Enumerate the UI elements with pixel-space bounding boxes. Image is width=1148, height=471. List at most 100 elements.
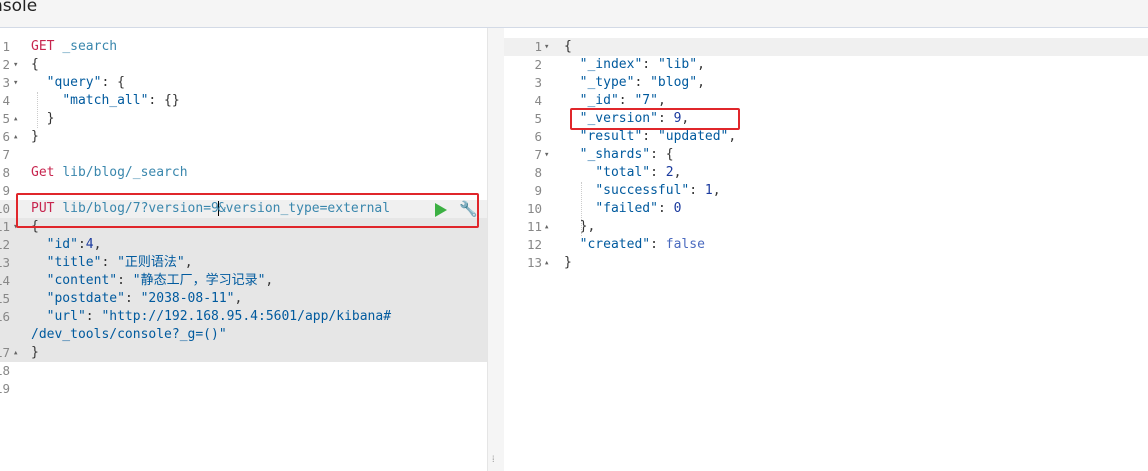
code-token: "created" (579, 237, 651, 252)
code-token: "静态工厂，学习记录" (132, 273, 266, 288)
request-line[interactable]: 17▴} (0, 344, 487, 362)
request-line[interactable]: 19 (0, 380, 487, 398)
play-icon[interactable] (435, 203, 447, 217)
response-line[interactable]: 2 "_index": "lib", (504, 56, 1148, 74)
request-line[interactable]: 16 "url": "http://192.168.95.4:5601/app/… (0, 308, 487, 326)
fold-toggle-icon[interactable]: ▾ (13, 74, 18, 92)
request-line[interactable]: 10 PUT lib/blog/7?version=9&version_type=… (0, 200, 487, 218)
response-line[interactable]: 9 "successful": 1, (504, 182, 1148, 200)
request-line[interactable]: 7 (0, 146, 487, 164)
response-line[interactable]: 8 "total": 2, (504, 164, 1148, 182)
fold-toggle-icon[interactable]: ▾ (13, 218, 18, 236)
fold-toggle-icon[interactable]: ▾ (544, 146, 549, 164)
line-number: 4 (534, 93, 542, 108)
code-token: "lib" (657, 57, 698, 72)
line-number: 19 (0, 381, 10, 396)
request-line[interactable]: 4 "match_all": {} (0, 92, 487, 110)
response-line[interactable]: 12 "created": false (504, 236, 1148, 254)
request-editor[interactable]: 1 GET _search 2 ▾{3 ▾ "query": {4 "match_all… (0, 28, 487, 471)
line-number (0, 326, 10, 344)
code-token: _search (62, 39, 118, 54)
code-token: 2 (665, 165, 674, 180)
code-token: "_id" (579, 93, 619, 108)
response-line[interactable]: 5 "_version": 9, (504, 110, 1148, 128)
code-token: , (93, 237, 102, 252)
response-viewer[interactable]: 1 ▾{2 "_index": "lib", 3 "_type": "blog", 4… (504, 28, 1148, 471)
code-token: "2038-08-11" (140, 291, 235, 306)
line-number: 13 (0, 255, 10, 270)
code-token: , (728, 129, 737, 144)
code-token: "http://192.168.95.4:5601/app/kibana# (101, 309, 392, 324)
code-token: : (77, 237, 86, 252)
fold-toggle-icon[interactable]: ▴ (544, 218, 549, 236)
request-line[interactable]: 3 ▾ "query": { (0, 74, 487, 92)
request-line[interactable]: 8 Get lib/blog/_search (0, 164, 487, 182)
request-line[interactable]: 5 ▴ } (0, 110, 487, 128)
response-line[interactable]: 7 ▾ "_shards": { (504, 146, 1148, 164)
code-token: "updated" (657, 129, 729, 144)
fold-toggle-icon[interactable]: ▾ (544, 38, 549, 56)
request-line[interactable]: 11▾ { (0, 218, 487, 236)
code-token: 0 (673, 201, 682, 216)
request-line[interactable]: 6 ▴} (0, 128, 487, 146)
response-line[interactable]: 6 "result": "updated", (504, 128, 1148, 146)
code-text: "total": 2, (564, 164, 681, 182)
request-line[interactable]: 13 "title": "正则语法", (0, 254, 487, 272)
code-token: : { (101, 75, 125, 90)
code-text: "match_all": {} (31, 92, 179, 110)
line-number: 3 (534, 75, 542, 90)
fold-toggle-icon[interactable]: ▴ (544, 254, 549, 272)
code-text: } (564, 254, 572, 272)
code-token: , (697, 75, 705, 90)
line-number: 5 (2, 111, 10, 126)
code-token: , (712, 183, 721, 198)
code-token: "successful" (595, 183, 690, 198)
fold-toggle-icon[interactable]: ▴ (13, 128, 18, 146)
request-line[interactable]: 12 "id":4, (0, 236, 487, 254)
fold-toggle-icon[interactable]: ▾ (13, 56, 18, 74)
response-line[interactable]: 3 "_type": "blog", (504, 74, 1148, 92)
code-text: "_version": 9, (564, 110, 690, 128)
code-text: "_type": "blog", (564, 74, 705, 92)
code-token: "blog" (650, 75, 698, 90)
code-token: : (657, 201, 674, 216)
code-token: "url" (46, 309, 86, 324)
pane-resize-handle[interactable]: ⁞ (487, 28, 505, 471)
code-token: "_shards" (579, 147, 651, 162)
indent-guide (37, 92, 38, 128)
response-line[interactable]: 4 "_id": "7", (504, 92, 1148, 110)
code-text: "result": "updated", (564, 128, 737, 146)
fold-toggle-icon[interactable]: ▴ (13, 110, 18, 128)
response-line[interactable]: 10 "failed": 0 (504, 200, 1148, 218)
response-line[interactable]: 11 ▴ }, (504, 218, 1148, 236)
request-line[interactable]: 1 GET _search (0, 38, 487, 56)
line-number: 4 (2, 93, 10, 108)
request-line[interactable]: 18 (0, 362, 487, 380)
line-number: 11 (526, 219, 542, 234)
code-text: /dev_tools/console?_g=()" (31, 326, 227, 344)
response-line[interactable]: 1 ▾ { (504, 38, 1148, 56)
code-text: "content": "静态工厂，学习记录", (31, 272, 274, 290)
code-text: } (31, 110, 55, 128)
request-line[interactable]: 14 "content": "静态工厂，学习记录", (0, 272, 487, 290)
code-token: : (85, 309, 102, 324)
request-line[interactable]: 2 ▾ { (0, 56, 487, 74)
line-number: 10 (526, 201, 542, 216)
line-number: 1 (2, 39, 10, 54)
request-line[interactable]: /dev_tools/console?_g=()" (0, 326, 487, 344)
fold-toggle-icon[interactable]: ▴ (13, 344, 18, 362)
request-line[interactable]: 9 (0, 182, 487, 200)
code-text: "title": "正则语法", (31, 254, 193, 272)
code-token: false (665, 237, 705, 252)
response-line[interactable]: 13 ▴} (504, 254, 1148, 272)
request-line[interactable]: 15 "postdate": "2038-08-11", (0, 290, 487, 308)
code-text: { (31, 56, 39, 74)
wrench-icon[interactable]: 🔧 (459, 200, 478, 218)
